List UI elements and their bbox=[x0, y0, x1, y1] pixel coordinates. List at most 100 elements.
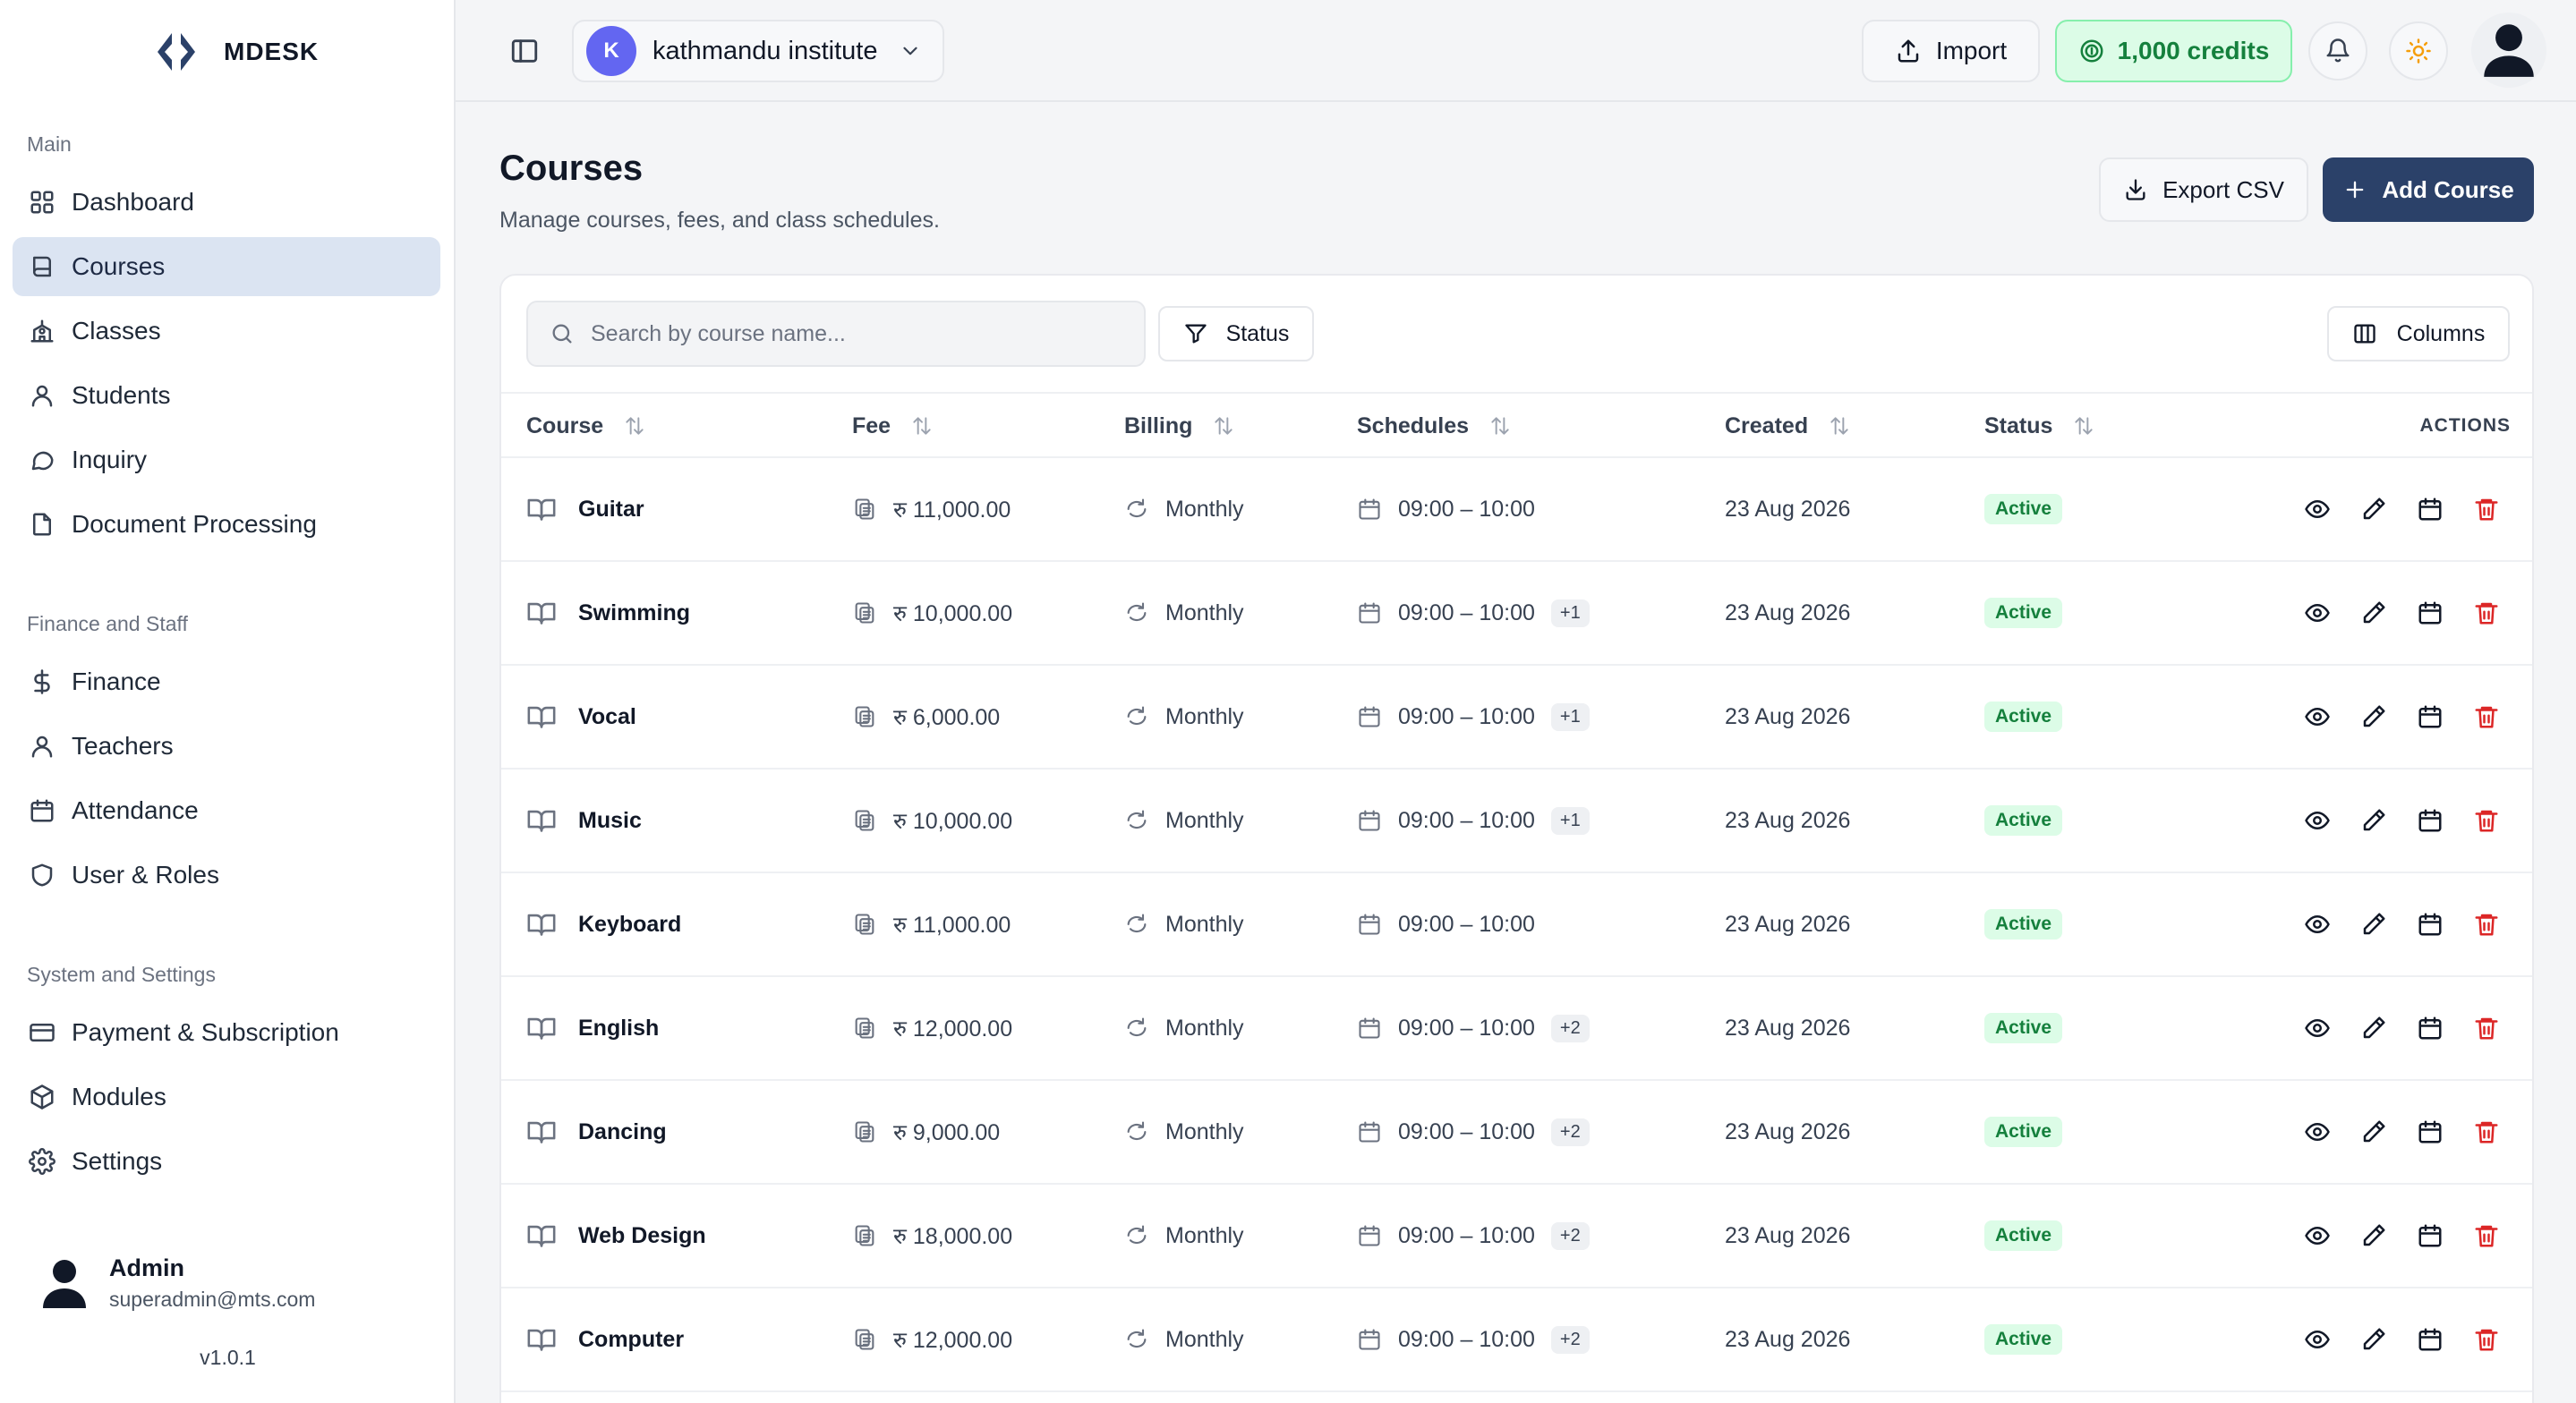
sidebar-item-dashboard[interactable]: Dashboard bbox=[13, 173, 440, 232]
delete-button[interactable] bbox=[2473, 496, 2500, 523]
extra-schedules-badge[interactable]: +1 bbox=[1550, 599, 1590, 627]
edit-button[interactable] bbox=[2360, 1326, 2387, 1353]
edit-button[interactable] bbox=[2360, 807, 2387, 834]
schedule-button[interactable] bbox=[2417, 496, 2444, 523]
search-box[interactable] bbox=[526, 301, 1146, 367]
sidebar-item-document-processing[interactable]: Document Processing bbox=[13, 495, 440, 554]
sidebar-item-teachers[interactable]: Teachers bbox=[13, 717, 440, 776]
sidebar-item-modules[interactable]: Modules bbox=[13, 1067, 440, 1127]
extra-schedules-badge[interactable]: +2 bbox=[1550, 1325, 1590, 1354]
delete-button[interactable] bbox=[2473, 807, 2500, 834]
schedule-button[interactable] bbox=[2417, 1222, 2444, 1249]
sidebar-toggle-button[interactable] bbox=[509, 36, 540, 66]
column-header-course[interactable]: Course bbox=[526, 394, 646, 458]
view-button[interactable] bbox=[2304, 807, 2331, 834]
theme-toggle-button[interactable] bbox=[2389, 21, 2448, 81]
edit-button[interactable] bbox=[2360, 1118, 2387, 1145]
sidebar-item-students[interactable]: Students bbox=[13, 366, 440, 425]
profile-avatar-button[interactable] bbox=[2471, 13, 2546, 88]
column-header-fee[interactable]: Fee bbox=[852, 394, 934, 458]
column-header-schedules[interactable]: Schedules bbox=[1357, 394, 1512, 458]
extra-schedules-badge[interactable]: +2 bbox=[1550, 1014, 1590, 1042]
delete-button[interactable] bbox=[2473, 911, 2500, 938]
view-button[interactable] bbox=[2304, 1222, 2331, 1249]
edit-button[interactable] bbox=[2360, 599, 2387, 626]
sidebar-item-attendance[interactable]: Attendance bbox=[13, 781, 440, 840]
repeat-icon bbox=[1127, 1329, 1147, 1348]
sidebar-item-payment[interactable]: Payment & Subscription bbox=[13, 1003, 440, 1062]
sidebar-item-courses[interactable]: Courses bbox=[13, 237, 440, 296]
table-row[interactable]: Keyboard रु 11,000.00 Monthly 09:00 – 10… bbox=[501, 873, 2532, 977]
view-button[interactable] bbox=[2304, 599, 2331, 626]
brand[interactable]: MDESK bbox=[152, 27, 319, 77]
view-button[interactable] bbox=[2304, 1326, 2331, 1353]
package-icon bbox=[30, 1084, 54, 1110]
pencil-icon bbox=[2363, 1224, 2385, 1246]
schedule-button[interactable] bbox=[2417, 1118, 2444, 1145]
table-row[interactable]: Computer रु 12,000.00 Monthly 09:00 – 10… bbox=[501, 1288, 2532, 1392]
table-row[interactable]: Vocal रु 6,000.00 Monthly 09:00 – 10:00 … bbox=[501, 666, 2532, 770]
add-course-button[interactable]: Add Course bbox=[2323, 157, 2534, 222]
sidebar-item-user-roles[interactable]: User & Roles bbox=[13, 846, 440, 905]
view-button[interactable] bbox=[2304, 703, 2331, 730]
column-header-created[interactable]: Created bbox=[1725, 394, 1851, 458]
schedule-button[interactable] bbox=[2417, 703, 2444, 730]
delete-button[interactable] bbox=[2473, 1222, 2500, 1249]
delete-button[interactable] bbox=[2473, 599, 2500, 626]
calendar-icon bbox=[2418, 601, 2442, 625]
status-cell: Active bbox=[1984, 977, 2063, 1079]
schedule-button[interactable] bbox=[2417, 1326, 2444, 1353]
sidebar-user[interactable]: Admin superadmin@mts.com bbox=[39, 1254, 315, 1312]
view-button[interactable] bbox=[2304, 1118, 2331, 1145]
credits-badge[interactable]: 1,000 credits bbox=[2055, 20, 2292, 82]
billing-cell: Monthly bbox=[1124, 770, 1244, 872]
delete-button[interactable] bbox=[2473, 703, 2500, 730]
extra-schedules-badge[interactable]: +2 bbox=[1550, 1221, 1590, 1250]
columns-button[interactable]: Columns bbox=[2327, 306, 2510, 361]
row-actions bbox=[2304, 1081, 2500, 1183]
table-row[interactable]: English रु 12,000.00 Monthly 09:00 – 10:… bbox=[501, 977, 2532, 1081]
column-header-label: Schedules bbox=[1357, 412, 1470, 438]
schedule-button[interactable] bbox=[2417, 1015, 2444, 1042]
edit-button[interactable] bbox=[2360, 911, 2387, 938]
logo-icon bbox=[158, 33, 195, 71]
view-button[interactable] bbox=[2304, 1015, 2331, 1042]
edit-button[interactable] bbox=[2360, 1222, 2387, 1249]
notifications-button[interactable] bbox=[2308, 21, 2367, 81]
schedule-button[interactable] bbox=[2417, 807, 2444, 834]
table-row[interactable]: Music रु 10,000.00 Monthly 09:00 – 10:00… bbox=[501, 770, 2532, 873]
sidebar-item-finance[interactable]: Finance bbox=[13, 652, 440, 711]
sidebar-item-classes[interactable]: Classes bbox=[13, 302, 440, 361]
schedule-time: 09:00 – 10:00 bbox=[1398, 1326, 1535, 1352]
delete-button[interactable] bbox=[2473, 1118, 2500, 1145]
table-row[interactable]: Dancing रु 9,000.00 Monthly 09:00 – 10:0… bbox=[501, 1081, 2532, 1185]
avatar bbox=[2484, 24, 2534, 77]
extra-schedules-badge[interactable]: +1 bbox=[1550, 702, 1590, 731]
extra-schedules-badge[interactable]: +1 bbox=[1550, 806, 1590, 835]
org-switcher[interactable]: K kathmandu institute bbox=[572, 20, 944, 82]
column-header-status[interactable]: Status bbox=[1984, 394, 2095, 458]
delete-button[interactable] bbox=[2473, 1015, 2500, 1042]
edit-button[interactable] bbox=[2360, 496, 2387, 523]
status-filter-button[interactable]: Status bbox=[1158, 306, 1314, 361]
table-row[interactable]: Web Design रु 18,000.00 Monthly 09:00 – … bbox=[501, 1185, 2532, 1288]
edit-button[interactable] bbox=[2360, 703, 2387, 730]
page-title: Courses bbox=[499, 149, 644, 188]
delete-button[interactable] bbox=[2473, 1326, 2500, 1353]
column-header-billing[interactable]: Billing bbox=[1124, 394, 1235, 458]
extra-schedules-badge[interactable]: +2 bbox=[1550, 1118, 1590, 1146]
sidebar-item-settings[interactable]: Settings bbox=[13, 1132, 440, 1191]
edit-button[interactable] bbox=[2360, 1015, 2387, 1042]
table-row[interactable]: Swimming रु 10,000.00 Monthly 09:00 – 10… bbox=[501, 562, 2532, 666]
trash-icon bbox=[2475, 1017, 2498, 1040]
export-csv-button[interactable]: Export CSV bbox=[2099, 157, 2308, 222]
schedule-button[interactable] bbox=[2417, 599, 2444, 626]
table-row[interactable]: Guitar रु 11,000.00 Monthly 09:00 – 10:0… bbox=[501, 458, 2532, 562]
view-button[interactable] bbox=[2304, 496, 2331, 523]
view-button[interactable] bbox=[2304, 911, 2331, 938]
schedule-time: 09:00 – 10:00 bbox=[1398, 1222, 1535, 1248]
search-input[interactable] bbox=[591, 320, 1128, 347]
schedule-button[interactable] bbox=[2417, 911, 2444, 938]
sidebar-item-inquiry[interactable]: Inquiry bbox=[13, 430, 440, 489]
import-button[interactable]: Import bbox=[1862, 20, 2040, 82]
